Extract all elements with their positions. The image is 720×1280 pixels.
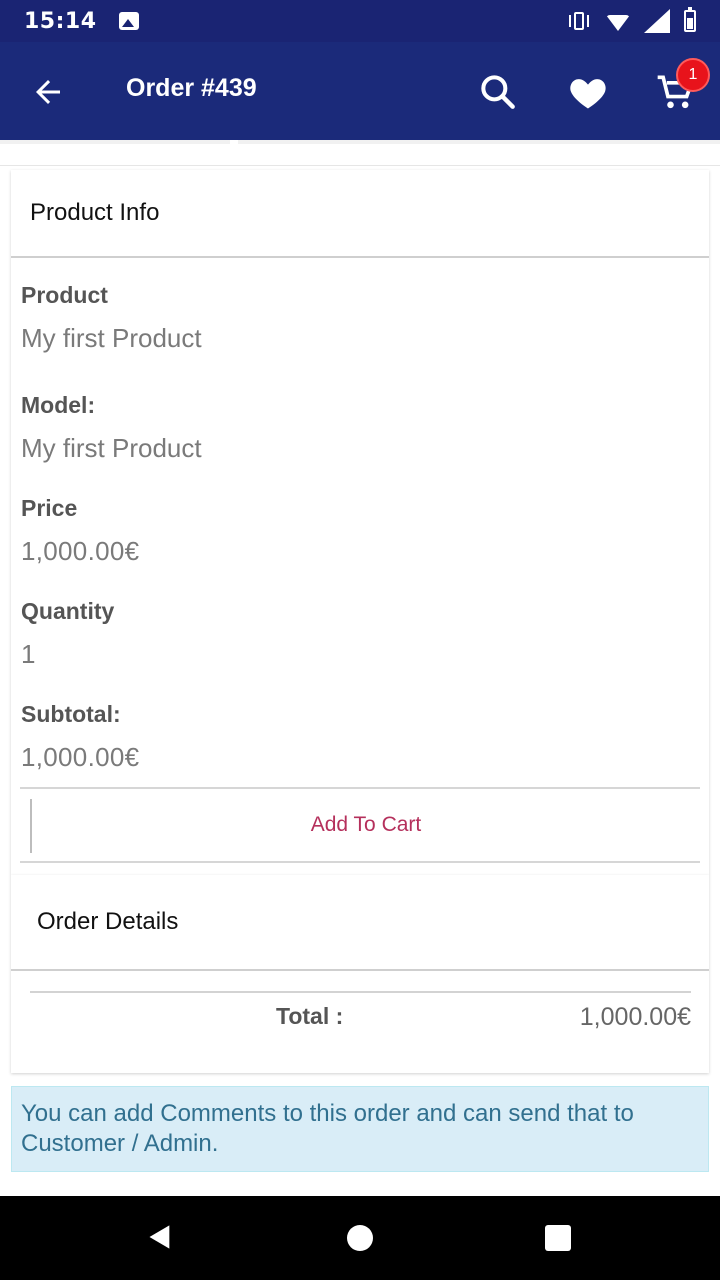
status-bar: 15:14	[0, 0, 720, 42]
total-label: Total :	[276, 1003, 344, 1029]
wifi-icon	[606, 15, 630, 31]
vibrate-icon	[566, 11, 592, 31]
cart-count-badge: 1	[676, 58, 710, 92]
model-value: My first Product	[21, 433, 202, 463]
total-value: 1,000.00€	[579, 1003, 691, 1031]
order-details-card: Order Details Total : 1,000.00€	[11, 875, 709, 1073]
nav-back-icon[interactable]	[146, 1223, 174, 1251]
status-icons	[566, 7, 696, 33]
order-details-heading: Order Details	[37, 908, 179, 935]
image-icon	[118, 12, 139, 30]
system-nav-bar	[0, 1196, 720, 1280]
price-label: Price	[21, 495, 78, 521]
back-arrow-icon	[36, 80, 60, 104]
page-title: Order #439	[126, 74, 257, 102]
search-icon	[481, 75, 515, 109]
subtotal-label: Subtotal:	[21, 701, 121, 727]
subtotal-value: 1,000.00€	[21, 742, 140, 772]
add-to-cart-row: Add To Cart	[20, 787, 700, 863]
product-info-card: Product Info Product My first Product Mo…	[11, 170, 709, 875]
status-time: 15:14	[24, 8, 97, 34]
nav-home-icon[interactable]	[347, 1225, 373, 1251]
quantity-label: Quantity	[21, 598, 115, 624]
product-info-heading: Product Info	[30, 199, 160, 226]
signal-icon	[644, 9, 670, 33]
app-bar: Order #439	[0, 42, 720, 140]
nav-recents-icon[interactable]	[545, 1225, 571, 1251]
order-details-header: Order Details	[11, 875, 709, 971]
product-info-header: Product Info	[11, 170, 709, 258]
back-button[interactable]	[30, 74, 66, 110]
total-row: Total : 1,000.00€	[30, 991, 691, 1041]
product-label: Product	[21, 282, 108, 308]
price-value: 1,000.00€	[21, 536, 140, 566]
wishlist-button[interactable]	[566, 70, 610, 114]
battery-icon	[684, 7, 696, 32]
tab-strip-left	[0, 140, 230, 144]
comment-info-alert: You can add Comments to this order and c…	[11, 1086, 709, 1172]
product-value: My first Product	[21, 323, 202, 353]
add-to-cart-button[interactable]: Add To Cart	[32, 789, 700, 861]
search-button[interactable]	[476, 70, 520, 114]
tab-strip-right	[238, 140, 720, 144]
model-label: Model:	[21, 392, 96, 418]
quantity-value: 1	[21, 639, 36, 669]
order-content: Product Info Product My first Product Mo…	[0, 140, 720, 1196]
heart-icon	[570, 79, 606, 109]
